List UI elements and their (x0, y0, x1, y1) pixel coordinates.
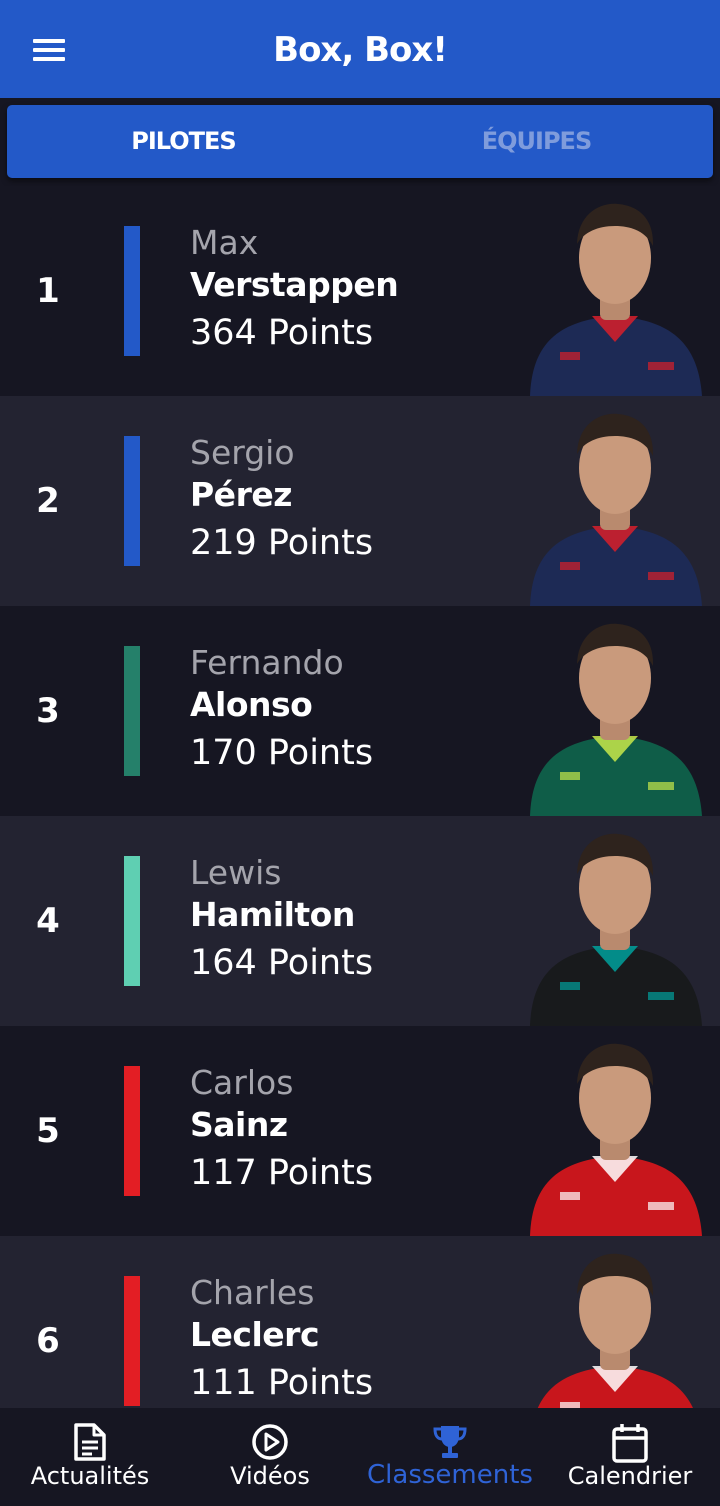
nav-item-videos[interactable]: Vidéos (180, 1408, 360, 1506)
driver-points: 364 Points (190, 313, 374, 353)
driver-row[interactable]: 3 Fernando Alonso 170 Points (0, 606, 720, 816)
driver-last-name: Alonso (190, 685, 313, 724)
driver-last-name: Pérez (190, 475, 292, 514)
team-color-bar (124, 1066, 140, 1196)
driver-position: 3 (36, 691, 60, 731)
calendar-icon (612, 1424, 648, 1463)
driver-points: 170 Points (190, 733, 374, 773)
driver-first-name: Charles (190, 1273, 315, 1312)
team-color-bar (124, 226, 140, 356)
app-bar: Box, Box! (0, 0, 720, 98)
nav-label: Calendrier (567, 1462, 693, 1490)
driver-first-name: Sergio (190, 433, 295, 472)
nav-label: Actualités (30, 1462, 150, 1490)
nav-item-standings[interactable]: Classements (360, 1408, 540, 1506)
driver-last-name: Leclerc (190, 1315, 320, 1354)
trophy-icon (433, 1426, 467, 1458)
nav-label: Vidéos (230, 1462, 310, 1490)
driver-last-name: Hamilton (190, 895, 355, 934)
nav-label: Classements (367, 1460, 533, 1490)
play-circle-icon (252, 1424, 288, 1460)
driver-position: 4 (36, 901, 60, 941)
team-color-bar (124, 1276, 140, 1406)
nav-item-news[interactable]: Actualités (0, 1408, 180, 1506)
driver-portrait (530, 833, 702, 1026)
team-color-bar (124, 646, 140, 776)
driver-portrait (530, 1043, 702, 1236)
driver-last-name: Verstappen (190, 265, 399, 304)
driver-first-name: Max (190, 223, 259, 262)
tab-drivers[interactable]: PILOTES (7, 105, 360, 178)
app-title: Box, Box! (273, 30, 448, 70)
team-color-bar (124, 856, 140, 986)
driver-position: 5 (36, 1111, 60, 1151)
tab-teams[interactable]: ÉQUIPES (360, 105, 713, 178)
driver-first-name: Fernando (190, 643, 344, 682)
driver-portrait (530, 623, 702, 816)
driver-points: 111 Points (190, 1363, 374, 1403)
driver-first-name: Carlos (190, 1063, 294, 1102)
standings-tabs: PILOTES ÉQUIPES (7, 105, 713, 178)
driver-first-name: Lewis (190, 853, 282, 892)
driver-standings-list: 1 Max Verstappen 364 Points 2 Sergio Pérez 219 … (0, 186, 720, 1446)
nav-item-calendar[interactable]: Calendrier (540, 1408, 720, 1506)
driver-points: 164 Points (190, 943, 374, 983)
driver-portrait (530, 413, 702, 606)
driver-points: 117 Points (190, 1153, 374, 1193)
driver-last-name: Sainz (190, 1105, 288, 1144)
driver-portrait (530, 203, 702, 396)
bottom-navigation: Actualités Vidéos Classements Calendrier (0, 1408, 720, 1506)
driver-position: 1 (36, 271, 60, 311)
news-icon (74, 1423, 106, 1461)
driver-row[interactable]: 1 Max Verstappen 364 Points (0, 186, 720, 396)
driver-points: 219 Points (190, 523, 374, 563)
driver-row[interactable]: 4 Lewis Hamilton 164 Points (0, 816, 720, 1026)
team-color-bar (124, 436, 140, 566)
driver-position: 2 (36, 481, 60, 521)
driver-row[interactable]: 2 Sergio Pérez 219 Points (0, 396, 720, 606)
driver-row[interactable]: 5 Carlos Sainz 117 Points (0, 1026, 720, 1236)
